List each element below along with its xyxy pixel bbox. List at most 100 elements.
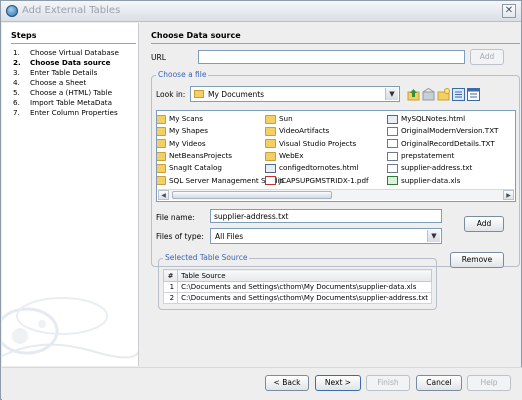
folder-icon xyxy=(157,126,166,136)
list-item[interactable]: MySQLNotes.html xyxy=(387,113,515,125)
step-label: Import Table MetaData xyxy=(30,98,113,107)
choose-file-legend: Choose a file xyxy=(156,70,209,79)
step-item: 3. Enter Table Details xyxy=(13,68,98,77)
wizard-button-bar: < Back Next > Finish Cancel Help xyxy=(2,367,522,400)
list-item[interactable]: JCAPSUPGMSTRIDX-1.pdf xyxy=(265,174,385,186)
row-number: 1 xyxy=(162,281,179,293)
add-file-button[interactable]: Add xyxy=(464,216,504,232)
step-item: 6. Import Table MetaData xyxy=(13,98,113,107)
step-item: 1. Choose Virtual Database xyxy=(13,48,119,57)
folder-icon xyxy=(157,176,166,186)
list-item[interactable]: WebEx xyxy=(265,150,385,162)
file-list-column: Sun VideoArtifacts Visual Studio Project… xyxy=(265,113,385,187)
folder-icon xyxy=(157,151,166,161)
table-header-row: # Table Source xyxy=(162,269,432,282)
file-list-column: MySQLNotes.html OriginalModernVersion.TX… xyxy=(387,113,515,187)
back-button[interactable]: < Back xyxy=(265,375,309,391)
chevron-down-icon[interactable]: ▼ xyxy=(427,230,440,242)
list-item[interactable]: Visual Studio Projects xyxy=(265,138,385,150)
home-folder-icon[interactable] xyxy=(422,88,435,101)
selected-table-source-group: Selected Table Source # Table Source 1 C… xyxy=(158,253,437,310)
list-item[interactable]: VideoArtifacts xyxy=(265,125,385,137)
list-item[interactable]: supplier-address.txt xyxy=(387,162,515,174)
list-item[interactable]: supplier-data.xls xyxy=(387,174,515,186)
step-label: Choose a (HTML) Table xyxy=(30,88,112,97)
column-header-number: # xyxy=(162,269,179,282)
window-title: Add External Tables xyxy=(22,5,121,16)
list-item[interactable]: My Videos xyxy=(157,138,265,150)
list-item[interactable]: OriginalModernVersion.TXT xyxy=(387,125,515,137)
step-item: 5. Choose a (HTML) Table xyxy=(13,88,112,97)
column-header-table-source: Table Source xyxy=(177,269,432,282)
table-row[interactable]: 1 C:\Documents and Settings\cthom\My Doc… xyxy=(162,281,432,293)
folder-icon xyxy=(265,139,276,149)
url-add-button[interactable]: Add xyxy=(470,49,504,65)
selected-table-source-legend: Selected Table Source xyxy=(163,253,250,262)
text-file-icon xyxy=(387,139,398,149)
help-button[interactable]: Help xyxy=(467,375,511,391)
dialog-window: Add External Tables ✕ Steps 1. Choose Vir… xyxy=(0,0,522,400)
finish-button[interactable]: Finish xyxy=(366,375,410,391)
step-item: 7. Enter Column Properties xyxy=(13,108,118,117)
pdf-file-icon xyxy=(265,176,276,186)
scroll-right-icon[interactable]: ▶ xyxy=(503,190,514,200)
file-name-input[interactable]: supplier-address.txt xyxy=(210,209,442,223)
remove-button[interactable]: Remove xyxy=(450,252,504,268)
files-of-type-select[interactable]: All Files ▼ xyxy=(210,228,442,244)
url-input[interactable] xyxy=(198,50,465,64)
excel-file-icon xyxy=(387,176,398,186)
list-item[interactable]: Sun xyxy=(265,113,385,125)
list-item[interactable]: configedtornotes.html xyxy=(265,162,385,174)
folder-icon xyxy=(265,151,276,161)
cancel-button[interactable]: Cancel xyxy=(416,375,462,391)
step-label: Choose Data source xyxy=(30,58,111,67)
next-button[interactable]: Next > xyxy=(315,375,361,391)
content-divider xyxy=(151,43,520,44)
content-panel: Choose Data source URL Add Choose a file… xyxy=(140,23,522,366)
scroll-left-icon[interactable]: ◀ xyxy=(158,190,169,200)
file-toolbar xyxy=(407,88,480,102)
folder-icon xyxy=(157,139,166,149)
list-item[interactable]: prepstatement xyxy=(387,150,515,162)
list-view-icon[interactable] xyxy=(452,88,465,101)
scrollbar-thumb[interactable] xyxy=(172,191,332,199)
table-source-table: # Table Source 1 C:\Documents and Settin… xyxy=(162,269,432,304)
step-item-active: 2. Choose Data source xyxy=(13,58,111,67)
row-table-source: C:\Documents and Settings\cthom\My Docum… xyxy=(177,292,432,304)
decorative-swirl-graphic xyxy=(2,297,138,359)
step-label: Choose Virtual Database xyxy=(30,48,119,57)
html-file-icon xyxy=(265,163,276,173)
title-bar[interactable]: Add External Tables ✕ xyxy=(1,1,521,22)
up-folder-icon[interactable] xyxy=(407,88,420,101)
details-view-icon[interactable] xyxy=(467,88,480,101)
file-list-column: My Scans My Shapes My Videos NetBeansPro… xyxy=(157,113,284,187)
step-item: 4. Choose a Sheet xyxy=(13,78,87,87)
text-file-icon xyxy=(387,151,398,161)
file-list[interactable]: My Scans My Shapes My Videos NetBeansPro… xyxy=(156,110,516,202)
steps-title: Steps xyxy=(11,31,37,40)
app-icon xyxy=(6,5,18,17)
chevron-down-icon[interactable]: ▼ xyxy=(385,88,398,100)
step-label: Enter Table Details xyxy=(30,68,98,77)
step-label: Choose a Sheet xyxy=(30,78,87,87)
steps-panel: Steps 1. Choose Virtual Database 2. Choose… xyxy=(2,23,139,366)
list-item[interactable]: My Scans xyxy=(157,113,265,125)
page-title: Choose Data source xyxy=(151,31,241,40)
list-item[interactable]: SnagIt Catalog xyxy=(157,162,265,174)
list-item[interactable]: SQL Server Management Studio xyxy=(157,174,284,186)
horizontal-scrollbar[interactable]: ◀ ▶ xyxy=(158,189,514,200)
folder-icon xyxy=(265,126,276,136)
new-folder-icon[interactable] xyxy=(437,88,450,101)
choose-file-group: Choose a file Look in: My Documents ▼ My… xyxy=(151,70,520,267)
list-item[interactable]: My Shapes xyxy=(157,125,265,137)
file-name-label: File name: xyxy=(156,213,195,222)
list-item[interactable]: OriginalRecordDetails.TXT xyxy=(387,138,515,150)
list-item[interactable]: NetBeansProjects xyxy=(157,150,265,162)
table-row[interactable]: 2 C:\Documents and Settings\cthom\My Doc… xyxy=(162,292,432,304)
steps-divider xyxy=(11,43,136,44)
look-in-select[interactable]: My Documents ▼ xyxy=(190,86,400,102)
folder-icon xyxy=(157,163,166,173)
close-button[interactable]: ✕ xyxy=(502,4,516,18)
folder-icon xyxy=(194,90,204,98)
folder-icon xyxy=(265,114,276,124)
